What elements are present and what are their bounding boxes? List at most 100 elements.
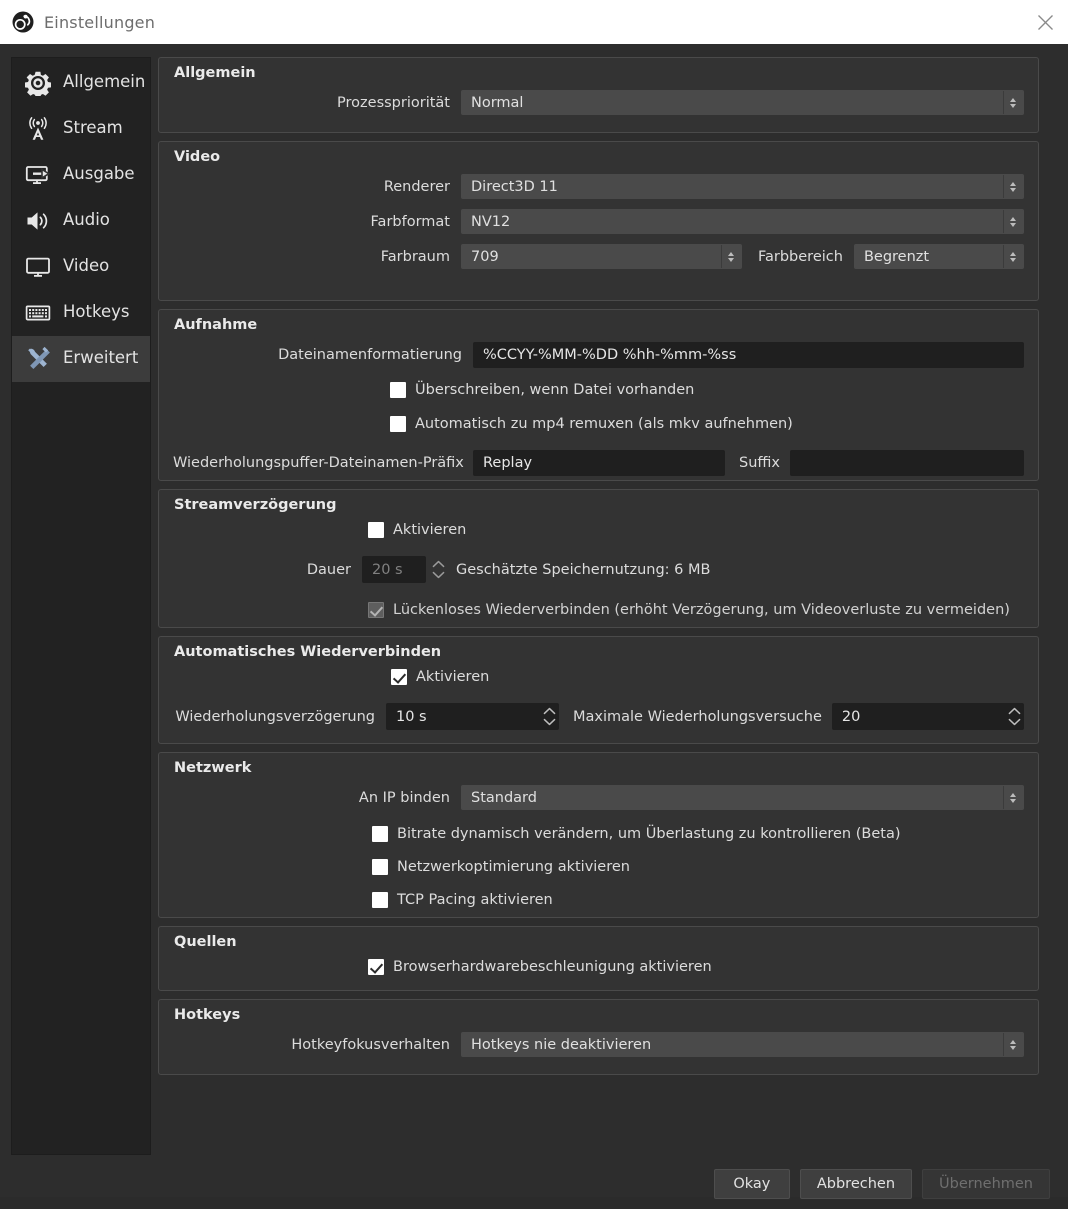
group-aufnahme: Aufnahme Dateinamenformatierung %CCYY-%M… xyxy=(158,309,1039,481)
farbformat-combo[interactable]: NV12 xyxy=(461,209,1024,234)
browser-hw-checkbox[interactable] xyxy=(368,959,384,975)
row-streamdelay-aktivieren[interactable]: Aktivieren xyxy=(368,522,1024,538)
row-farbraum-farbbereich: Farbraum 709 Farbbereich Begrenzt xyxy=(173,244,1024,269)
dialog-body: Allgemein Stream xyxy=(0,44,1068,1197)
dauer-label: Dauer xyxy=(173,562,362,578)
max-versuche-stepper-icon[interactable] xyxy=(1005,704,1023,729)
renderer-combo[interactable]: Direct3D 11 xyxy=(461,174,1024,199)
farbraum-combo[interactable]: 709 xyxy=(461,244,742,269)
row-autoreconnect-aktivieren[interactable]: Aktivieren xyxy=(391,669,1024,685)
hotkeyfokusverhalten-combo[interactable]: Hotkeys nie deaktivieren xyxy=(461,1032,1024,1057)
group-title: Quellen xyxy=(173,927,1024,959)
scrollbar-track[interactable] xyxy=(1041,59,1054,1092)
verzoegerung-stepper-icon[interactable] xyxy=(540,704,558,729)
chevron-updown-icon[interactable] xyxy=(1003,91,1023,114)
sidebar-item-label: Hotkeys xyxy=(63,304,129,323)
dauer-value: 20 s xyxy=(363,562,425,578)
sidebar-item-stream[interactable]: Stream xyxy=(12,106,150,152)
chevron-updown-icon[interactable] xyxy=(721,245,741,268)
renderer-value: Direct3D 11 xyxy=(462,179,1003,195)
group-title: Automatisches Wiederverbinden xyxy=(173,637,1024,669)
window-title: Einstellungen xyxy=(44,13,155,32)
row-remux[interactable]: Automatisch zu mp4 remuxen (als mkv aufn… xyxy=(390,416,1024,432)
monitor-icon xyxy=(24,253,52,281)
autoreconnect-aktivieren-checkbox[interactable] xyxy=(391,669,407,685)
replay-prefix-label: Wiederholungspuffer-Dateinamen-Präfix xyxy=(173,455,473,471)
row-retry-settings: Wiederholungsverzögerung 10 s Maximale W… xyxy=(173,703,1024,730)
group-title: Streamverzögerung xyxy=(173,490,1024,522)
dateinamenformatierung-input[interactable]: %CCYY-%MM-%DD %hh-%mm-%ss xyxy=(473,342,1024,368)
okay-button[interactable]: Okay xyxy=(714,1169,790,1199)
sidebar-item-label: Erweitert xyxy=(63,350,138,369)
verzoegerung-value: 10 s xyxy=(387,709,540,725)
row-tcp-pacing[interactable]: TCP Pacing aktivieren xyxy=(372,892,1024,908)
farbbereich-label: Farbbereich xyxy=(742,249,854,265)
keyboard-icon xyxy=(24,299,52,327)
row-luckenlos[interactable]: Lückenloses Wiederverbinden (erhöht Verz… xyxy=(368,602,1024,618)
farbbereich-value: Begrenzt xyxy=(855,249,1003,265)
remux-label: Automatisch zu mp4 remuxen (als mkv aufn… xyxy=(415,416,793,432)
replay-prefix-input[interactable]: Replay xyxy=(473,450,725,476)
row-bitrate[interactable]: Bitrate dynamisch verändern, um Überlast… xyxy=(372,826,1024,842)
farbbereich-combo[interactable]: Begrenzt xyxy=(854,244,1024,269)
suffix-input[interactable] xyxy=(790,450,1024,476)
verzoegerung-spinbox[interactable]: 10 s xyxy=(386,703,559,730)
dialog-footer: Okay Abbrechen Übernehmen xyxy=(0,1159,1068,1209)
sidebar-item-audio[interactable]: Audio xyxy=(12,198,150,244)
sidebar-item-hotkeys[interactable]: Hotkeys xyxy=(12,290,150,336)
autoreconnect-aktivieren-label: Aktivieren xyxy=(416,669,489,685)
tcp-pacing-label: TCP Pacing aktivieren xyxy=(397,892,553,908)
replay-prefix-value: Replay xyxy=(474,455,532,471)
chevron-updown-icon[interactable] xyxy=(1003,245,1023,268)
gear-icon xyxy=(24,69,52,97)
sidebar-item-label: Allgemein xyxy=(63,74,145,93)
chevron-updown-icon[interactable] xyxy=(1003,210,1023,233)
streamdelay-aktivieren-checkbox[interactable] xyxy=(368,522,384,538)
max-versuche-label: Maximale Wiederholungsversuche xyxy=(559,709,832,725)
dauer-spinbox[interactable]: 20 s xyxy=(362,556,426,583)
dauer-stepper-icon[interactable] xyxy=(429,557,447,582)
farbformat-label: Farbformat xyxy=(173,214,461,230)
close-icon[interactable] xyxy=(1022,0,1068,44)
group-auto-wiederverbinden: Automatisches Wiederverbinden Aktivieren… xyxy=(158,636,1039,744)
remux-checkbox[interactable] xyxy=(390,416,406,432)
chevron-updown-icon[interactable] xyxy=(1003,1033,1023,1056)
tcp-pacing-checkbox[interactable] xyxy=(372,892,388,908)
chevron-updown-icon[interactable] xyxy=(1003,786,1023,809)
sidebar-item-ausgabe[interactable]: Ausgabe xyxy=(12,152,150,198)
sidebar-item-label: Stream xyxy=(63,120,123,139)
row-netzopt[interactable]: Netzwerkoptimierung aktivieren xyxy=(372,859,1024,875)
prozesspriority-combo[interactable]: Normal xyxy=(461,90,1024,115)
bitrate-checkbox[interactable] xyxy=(372,826,388,842)
an-ip-binden-value: Standard xyxy=(462,790,1003,806)
output-monitor-icon xyxy=(24,161,52,189)
row-dauer: Dauer 20 s Geschätzte Speichernutzung: 6… xyxy=(173,556,1024,583)
obs-logo-icon xyxy=(12,11,34,33)
abbrechen-button[interactable]: Abbrechen xyxy=(800,1169,912,1199)
prozesspriority-value: Normal xyxy=(462,95,1003,111)
group-netzwerk: Netzwerk An IP binden Standard Bitrate d… xyxy=(158,752,1039,918)
an-ip-binden-combo[interactable]: Standard xyxy=(461,785,1024,810)
sidebar-item-video[interactable]: Video xyxy=(12,244,150,290)
luckenlos-checkbox[interactable] xyxy=(368,602,384,618)
hotkeyfokusverhalten-label: Hotkeyfokusverhalten xyxy=(173,1037,461,1053)
group-video: Video Renderer Direct3D 11 Farbformat NV… xyxy=(158,141,1039,301)
group-allgemein: Allgemein Prozesspriorität Normal xyxy=(158,57,1039,133)
suffix-label: Suffix xyxy=(725,455,790,471)
ueberschreiben-label: Überschreiben, wenn Datei vorhanden xyxy=(415,382,694,398)
row-browser-hw[interactable]: Browserhardwarebeschleunigung aktivieren xyxy=(368,959,1024,975)
ueberschreiben-checkbox[interactable] xyxy=(390,382,406,398)
luckenlos-label: Lückenloses Wiederverbinden (erhöht Verz… xyxy=(393,602,1010,618)
row-ueberschreiben[interactable]: Überschreiben, wenn Datei vorhanden xyxy=(390,382,1024,398)
chevron-updown-icon[interactable] xyxy=(1003,175,1023,198)
sidebar-item-allgemein[interactable]: Allgemein xyxy=(12,60,150,106)
group-streamverzoegerung: Streamverzögerung Aktivieren Dauer 20 s … xyxy=(158,489,1039,628)
broadcast-icon xyxy=(24,115,52,143)
speaker-icon xyxy=(24,207,52,235)
max-versuche-spinbox[interactable]: 20 xyxy=(832,703,1024,730)
sidebar-item-erweitert[interactable]: Erweitert xyxy=(12,336,150,382)
farbraum-label: Farbraum xyxy=(173,249,461,265)
uebernehmen-button[interactable]: Übernehmen xyxy=(922,1169,1050,1199)
streamdelay-aktivieren-label: Aktivieren xyxy=(393,522,466,538)
netzopt-checkbox[interactable] xyxy=(372,859,388,875)
